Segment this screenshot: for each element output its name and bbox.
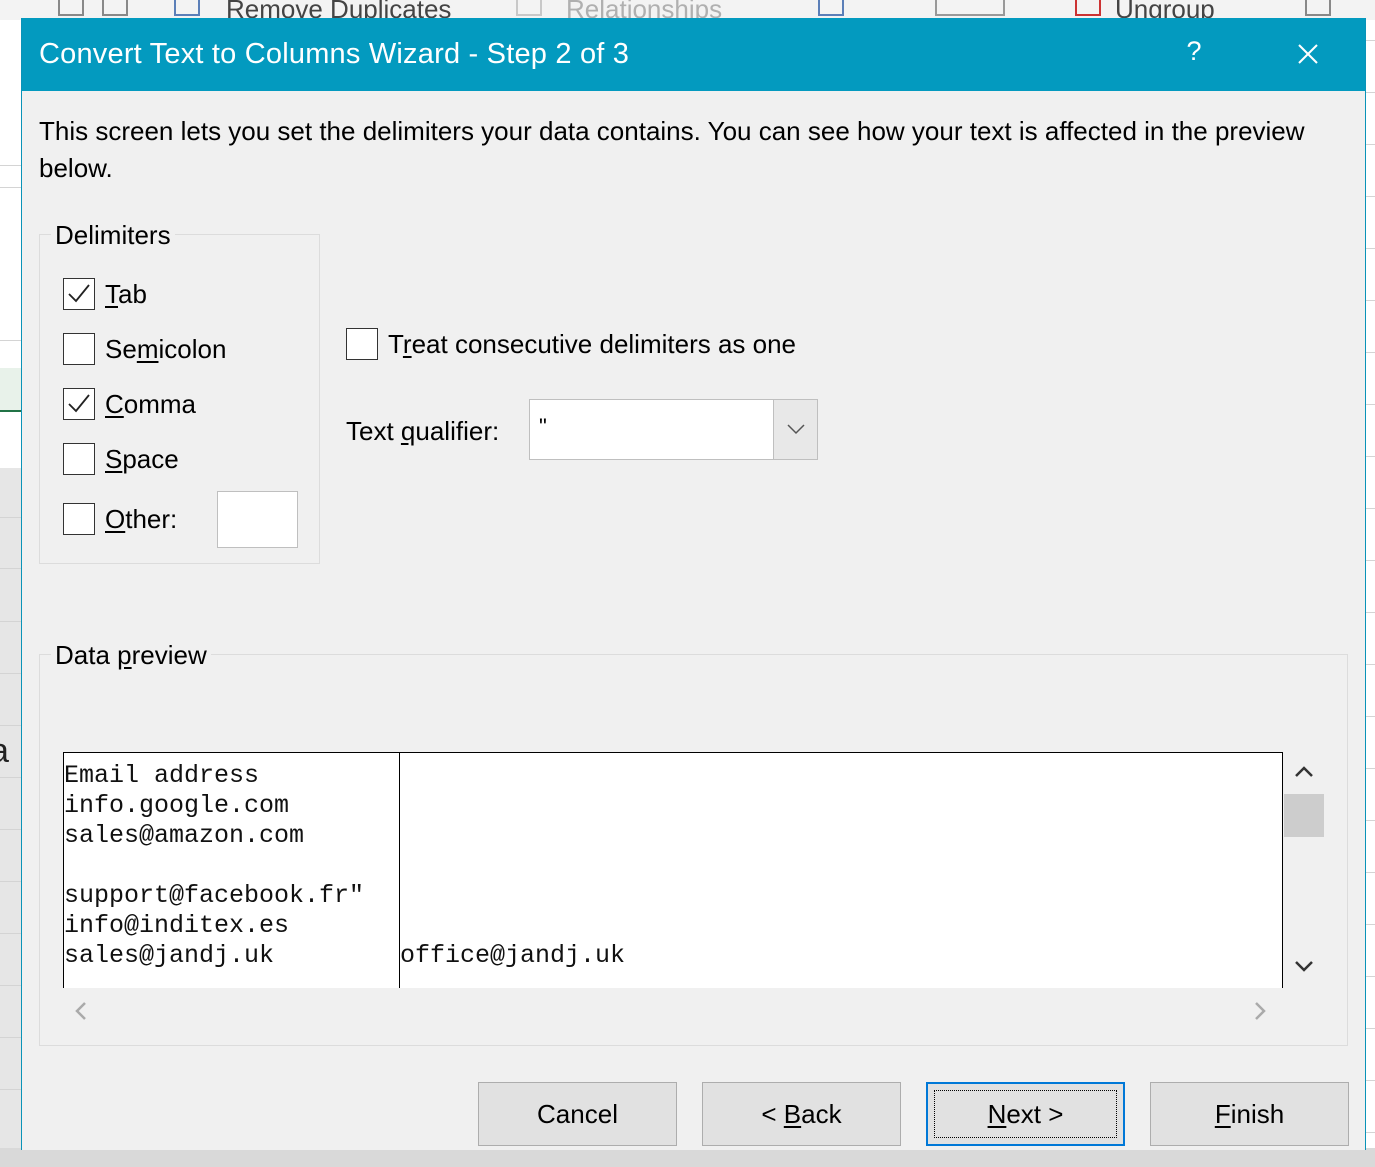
ribbon-relationships[interactable]: Relationships <box>566 0 722 20</box>
spreadsheet-background-right <box>1366 20 1375 1167</box>
tab-label: Tab <box>105 278 147 309</box>
close-icon <box>1298 44 1318 64</box>
spreadsheet-background-left: a <box>0 20 22 1167</box>
space-checkbox-box[interactable] <box>63 443 95 475</box>
table-icon <box>58 0 84 16</box>
close-button[interactable] <box>1290 36 1326 72</box>
delimiters-legend: Delimiters <box>51 220 175 251</box>
dialog-description: This screen lets you set the delimiters … <box>39 116 1305 183</box>
preview-cell: sales@amazon.com <box>64 821 305 850</box>
help-button[interactable]: ? <box>1182 36 1206 70</box>
semicolon-checkbox[interactable]: Semicolon <box>63 332 226 366</box>
checkmark-icon <box>68 284 90 303</box>
scroll-down-arrow-icon[interactable] <box>1293 958 1315 974</box>
data-preview-legend: Data preview <box>51 640 211 671</box>
shapes-icon <box>935 0 1005 16</box>
dialog-title: Convert Text to Columns Wizard - Step 2 … <box>39 38 630 70</box>
preview-cell: office@jandj.uk <box>400 941 626 970</box>
comma-label: Comma <box>105 388 197 419</box>
ribbon-ungroup[interactable]: Ungroup <box>1115 0 1215 20</box>
text-qualifier-label: Text qualifier: <box>346 416 500 446</box>
comma-checkbox[interactable]: Comma <box>63 387 196 421</box>
text-qualifier-select[interactable]: " <box>529 399 818 460</box>
semicolon-checkbox-box[interactable] <box>63 333 95 365</box>
table-icon <box>102 0 128 16</box>
data-preview-grid[interactable]: Email address info.google.com sales@amaz… <box>63 752 1283 988</box>
preview-vertical-scrollbar[interactable] <box>1283 752 1325 988</box>
space-checkbox[interactable]: Space <box>63 442 179 476</box>
tab-checkbox[interactable]: Tab <box>63 277 147 311</box>
scroll-up-arrow-icon[interactable] <box>1293 764 1315 780</box>
outline-icon <box>1305 0 1331 16</box>
other-checkbox[interactable]: Other: <box>63 502 177 536</box>
ungroup-icon <box>1075 0 1101 16</box>
other-label: Other: <box>105 503 178 534</box>
checkmark-icon <box>68 394 90 413</box>
cancel-button[interactable]: Cancel <box>478 1082 677 1146</box>
preview-cell: support@facebook.fr" <box>64 881 365 910</box>
semicolon-label: Semicolon <box>105 333 227 364</box>
consecutive-checkbox-box[interactable] <box>346 328 378 360</box>
space-label: Space <box>105 443 179 474</box>
preview-cell: info.google.com <box>64 791 290 820</box>
relationships-icon <box>516 0 542 16</box>
preview-scroll-thumb[interactable] <box>1284 794 1324 837</box>
finish-button[interactable]: Finish <box>1150 1082 1349 1146</box>
other-checkbox-box[interactable] <box>63 503 95 535</box>
manage-model-icon <box>818 0 844 16</box>
text-to-columns-dialog: Convert Text to Columns Wizard - Step 2 … <box>21 18 1366 1150</box>
back-button[interactable]: < Back <box>702 1082 901 1146</box>
consecutive-label: Treat consecutive delimiters as one <box>388 328 797 359</box>
comma-checkbox-box[interactable] <box>63 388 95 420</box>
remove-duplicates-icon <box>174 0 200 16</box>
other-delimiter-input[interactable] <box>217 491 298 548</box>
scroll-left-arrow-icon[interactable] <box>73 1000 89 1022</box>
ribbon-remove-duplicates[interactable]: Remove Duplicates <box>226 0 451 20</box>
text-qualifier-value: " <box>539 414 547 439</box>
preview-horizontal-scrollbar[interactable] <box>63 988 1283 1028</box>
next-button[interactable]: Next > <box>926 1082 1125 1146</box>
preview-cell: Email address <box>64 761 260 790</box>
dialog-titlebar[interactable]: Convert Text to Columns Wizard - Step 2 … <box>22 18 1365 91</box>
excel-status-bar-background <box>0 1148 1375 1167</box>
preview-cell: sales@jandj.uk <box>64 941 275 970</box>
excel-ribbon-background: Remove Duplicates Relationships Ungroup <box>0 0 1375 20</box>
dropdown-button[interactable] <box>773 400 817 459</box>
preview-cell: info@inditex.es <box>64 911 290 940</box>
chevron-down-icon <box>787 424 805 435</box>
tab-checkbox-box[interactable] <box>63 278 95 310</box>
consecutive-checkbox[interactable]: Treat consecutive delimiters as one <box>346 327 796 361</box>
scroll-right-arrow-icon[interactable] <box>1252 1000 1268 1022</box>
